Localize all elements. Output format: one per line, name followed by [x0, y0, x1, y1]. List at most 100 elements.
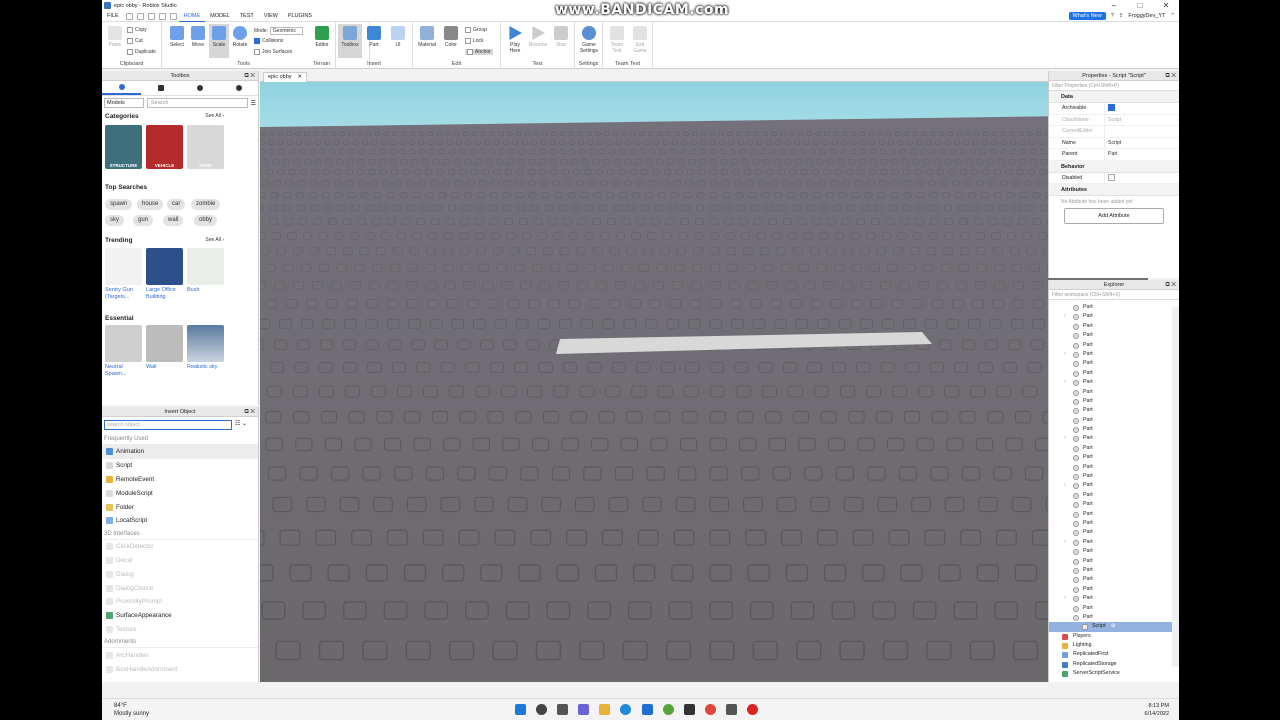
expand-arrow-icon[interactable]: › [1064, 538, 1066, 547]
game-settings-button[interactable]: Game Settings [579, 26, 599, 54]
explorer-part-row[interactable]: Part [1049, 547, 1179, 556]
explorer-part-row[interactable]: › Part [1049, 481, 1179, 490]
see-all-categories[interactable]: See All › [205, 113, 224, 119]
edge-icon[interactable] [620, 704, 631, 715]
duplicate-button[interactable]: Duplicate [127, 49, 156, 55]
color-button[interactable]: Color [441, 26, 461, 48]
explorer-part-row[interactable]: Part [1049, 566, 1179, 575]
explorer-script-row[interactable]: Script ⊕ [1049, 622, 1179, 632]
category-select[interactable]: Models [104, 98, 144, 108]
explorer-part-row[interactable]: › Part [1049, 350, 1179, 359]
explorer-part-row[interactable]: › Part [1049, 538, 1179, 547]
explorer-part-row[interactable]: Part [1049, 397, 1179, 406]
explorer-service-players[interactable]: Players [1049, 632, 1179, 641]
explorer-part-row[interactable]: › Part [1049, 378, 1179, 387]
explorer-part-row[interactable]: Part [1049, 585, 1179, 594]
part-button[interactable]: Part [364, 26, 384, 48]
mode-select[interactable]: Mode: Geometric [254, 27, 303, 35]
move-button[interactable]: Move [188, 26, 208, 48]
expand-arrow-icon[interactable]: › [1064, 481, 1066, 490]
redo-quick-icon[interactable] [147, 12, 155, 20]
paste-button[interactable]: Paste [105, 26, 125, 48]
explorer-part-row[interactable]: Part [1049, 425, 1179, 434]
share-icon[interactable]: ⇪ [1119, 13, 1124, 19]
menu-file[interactable]: FILE [102, 11, 124, 22]
explorer-part-row[interactable]: Part [1049, 519, 1179, 528]
explorer-part-row[interactable]: Part [1049, 463, 1179, 472]
explorer-part-row[interactable]: Part [1049, 510, 1179, 519]
explorer-part-row[interactable]: Part [1049, 500, 1179, 509]
lock-button[interactable]: Lock [465, 38, 484, 44]
explorer-part-row[interactable]: Part [1049, 416, 1179, 425]
category-shop[interactable]: SHOP [187, 125, 224, 169]
insert-object-search-input[interactable]: search object [104, 420, 232, 430]
insert-clickdetector[interactable]: ClickDetector [102, 540, 258, 554]
search-chip-zombie[interactable]: zombie [191, 199, 221, 210]
xbox-icon[interactable] [663, 704, 674, 715]
explorer-service-serverscriptservice[interactable]: ServerScriptService [1049, 669, 1179, 678]
view-options-icon[interactable]: ☷ ⌄ [235, 420, 247, 430]
insert-animation[interactable]: Animation [102, 445, 258, 459]
search-chip-spawn[interactable]: spawn [105, 199, 133, 210]
rotate-button[interactable]: Rotate [230, 26, 250, 48]
ui-button[interactable]: UI [388, 26, 408, 48]
search-icon[interactable] [536, 704, 547, 715]
archivable-checkbox[interactable] [1108, 104, 1115, 112]
insert-boxhandleadornment[interactable]: BoxHandleAdornment [102, 662, 258, 676]
help-icon[interactable]: ? [1111, 13, 1114, 19]
explorer-part-row[interactable]: Part [1049, 369, 1179, 378]
explorer-part-row[interactable]: Part [1049, 359, 1179, 368]
task-view-icon[interactable] [557, 704, 568, 715]
prop-parent[interactable]: Parent Part [1049, 149, 1179, 161]
menu-view[interactable]: VIEW [259, 11, 283, 22]
material-button[interactable]: Material [417, 26, 437, 48]
explorer-part-row[interactable]: Part [1049, 322, 1179, 331]
insert-dialog[interactable]: Dialog [102, 567, 258, 581]
paste-quick-icon[interactable] [169, 12, 177, 20]
explorer-service-replicatedstorage[interactable]: ReplicatedStorage [1049, 660, 1179, 669]
asset-realistic-sky[interactable]: Realistic sky [187, 325, 224, 371]
filter-icon[interactable]: ☰ [251, 100, 256, 107]
disabled-checkbox[interactable] [1108, 173, 1115, 181]
category-structure[interactable]: STRUCTURE [105, 125, 142, 169]
panel-close-icon[interactable]: ⧉ ✕ [1165, 71, 1176, 81]
app-icon[interactable] [726, 704, 737, 715]
weather-widget[interactable]: 84°F Mostly sunny [114, 702, 149, 718]
expand-arrow-icon[interactable]: › [1064, 350, 1066, 359]
insert-dialogchoice[interactable]: DialogChoice [102, 581, 258, 595]
insert-script[interactable]: Script [102, 459, 258, 473]
terrain-editor-button[interactable]: Editor [312, 26, 332, 48]
prop-name[interactable]: Name Script [1049, 137, 1179, 149]
insert-surfaceappearance[interactable]: SurfaceAppearance [102, 609, 258, 623]
insert-proximityprompt[interactable]: ProximityPrompt [102, 595, 258, 609]
explorer-part-row[interactable]: Part [1049, 472, 1179, 481]
menu-plugins[interactable]: PLUGINS [283, 11, 317, 22]
explorer-service-replicatedfirst[interactable]: ReplicatedFirst [1049, 650, 1179, 659]
collisions-toggle[interactable]: Collisions [254, 38, 283, 44]
bandicam-icon[interactable] [747, 704, 758, 715]
explorer-filter-input[interactable]: Filter workspace (Ctrl+Shift+X) [1049, 290, 1179, 300]
tab-creations[interactable] [219, 81, 258, 95]
tab-close-icon[interactable]: ✕ [298, 73, 303, 82]
search-chip-car[interactable]: car [167, 199, 186, 210]
properties-filter-input[interactable]: Filter Properties (Ctrl+Shift+P) [1049, 81, 1179, 91]
stop-button[interactable]: Stop [551, 26, 571, 48]
insert-decal[interactable]: Decal [102, 554, 258, 568]
panel-close-icon[interactable]: ⧉ ✕ [1165, 280, 1176, 290]
insert-texture[interactable]: Texture [102, 623, 258, 637]
group-button[interactable]: Group [465, 27, 487, 33]
menu-test[interactable]: TEST [235, 11, 259, 22]
join-surfaces-toggle[interactable]: Join Surfaces [254, 49, 292, 55]
anchor-button[interactable]: Anchor [465, 49, 493, 55]
teams-icon[interactable] [578, 704, 589, 715]
attributes-category[interactable]: Attributes [1049, 184, 1179, 196]
explorer-part-row[interactable]: Part [1049, 453, 1179, 462]
explorer-part-row[interactable]: Part [1049, 604, 1179, 613]
maximize-button[interactable]: □ [1127, 0, 1153, 11]
menu-model[interactable]: MODEL [205, 11, 235, 22]
resume-button[interactable]: Resume [528, 26, 548, 48]
save-quick-icon[interactable] [125, 12, 133, 20]
toolbox-search-input[interactable]: Search [147, 98, 248, 108]
explorer-part-row[interactable]: Part [1049, 388, 1179, 397]
insert-localscript[interactable]: LocalScript [102, 514, 258, 528]
